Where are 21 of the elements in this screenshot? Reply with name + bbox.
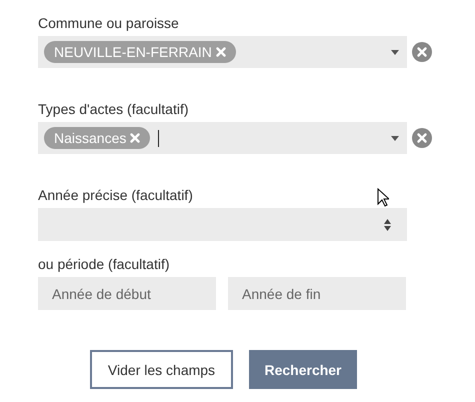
selected-tag: NEUVILLE-EN-FERRAIN xyxy=(44,41,236,63)
field-label: Types d'actes (facultatif) xyxy=(38,100,189,118)
clear-icon[interactable] xyxy=(412,128,432,148)
clear-fields-button[interactable]: Vider les champs xyxy=(90,350,233,389)
clear-icon[interactable] xyxy=(412,42,432,62)
field-label: Année précise (facultatif) xyxy=(38,186,193,204)
remove-tag-icon[interactable] xyxy=(216,47,226,57)
dropdown-caret-icon[interactable] xyxy=(391,50,399,54)
end-year-field[interactable]: Année de fin xyxy=(228,277,406,310)
field-label: Commune ou paroisse xyxy=(38,14,179,32)
field-label: ou période (facultatif) xyxy=(38,255,170,273)
year-number-field[interactable] xyxy=(38,208,407,241)
dropdown-caret-icon[interactable] xyxy=(391,136,399,140)
search-button[interactable]: Rechercher xyxy=(249,350,357,389)
remove-tag-icon[interactable] xyxy=(130,133,140,143)
selected-tag: Naissances xyxy=(44,127,150,149)
spinner-icon[interactable] xyxy=(384,218,391,230)
start-year-field[interactable]: Année de début xyxy=(38,277,216,310)
tag-select-field[interactable]: Naissances xyxy=(38,122,407,154)
mouse-pointer-icon xyxy=(377,188,389,207)
tag-select-field[interactable]: NEUVILLE-EN-FERRAIN xyxy=(38,36,407,68)
